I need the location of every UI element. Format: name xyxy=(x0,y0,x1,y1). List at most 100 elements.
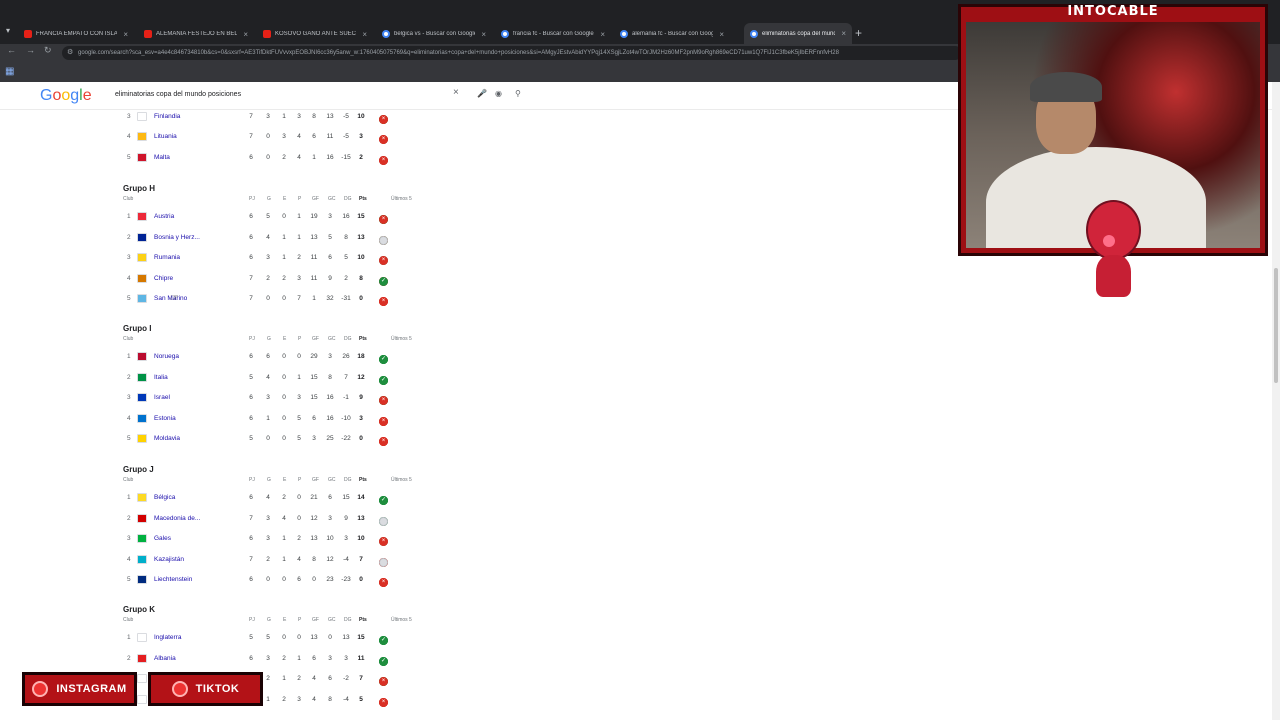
address-bar[interactable]: ⚙ google.com/search?sca_esv=a4e4c8467348… xyxy=(62,46,962,60)
team-name[interactable]: Lituania xyxy=(154,133,177,140)
group-title[interactable]: Grupo I xyxy=(123,324,151,333)
forward-icon[interactable]: → xyxy=(26,45,35,55)
table-row[interactable]: 3Israel63031516-19✓✓×✓× xyxy=(123,391,443,405)
table-row[interactable]: 2Macedonia de...7340123913✓✓✓– xyxy=(123,512,443,526)
page-scrollbar-thumb[interactable] xyxy=(1274,268,1278,383)
win-icon[interactable]: ✓ xyxy=(379,355,388,364)
search-query[interactable]: eliminatorias copa del mundo posiciones xyxy=(115,91,241,98)
lens-icon[interactable]: ◉ xyxy=(495,89,502,98)
table-row[interactable]: 4Kazajistán7214812-47×××× xyxy=(123,553,443,567)
close-tab-icon[interactable]: × xyxy=(243,30,248,39)
loss-icon[interactable]: × xyxy=(379,297,388,306)
tab-search-icon[interactable]: ▾ xyxy=(6,26,10,35)
microphone-icon[interactable]: 🎤 xyxy=(477,89,487,98)
team-name[interactable]: Gales xyxy=(154,535,171,542)
table-row[interactable]: 1Austria65011931615✓✓✓✓× xyxy=(123,210,443,224)
team-name[interactable]: Albania xyxy=(154,655,176,662)
table-row[interactable]: 2Italia5401158712×✓✓✓✓ xyxy=(123,371,443,385)
table-row[interactable]: 4Estonia6105616-103×✓××× xyxy=(123,412,443,426)
close-tab-icon[interactable]: × xyxy=(123,30,128,39)
loss-icon[interactable]: × xyxy=(379,537,388,546)
stat-dg: -4 xyxy=(343,695,349,703)
table-row[interactable]: 1Noruega66002932618✓✓✓✓✓ xyxy=(123,350,443,364)
team-name[interactable]: Liechtenstein xyxy=(154,576,192,583)
loss-icon[interactable]: × xyxy=(379,215,388,224)
close-tab-icon[interactable]: × xyxy=(719,30,724,39)
team-name[interactable]: Kazajistán xyxy=(154,556,184,563)
table-row[interactable]: 3Gales63121310310✓✓×–× xyxy=(123,532,443,546)
apps-grid-icon[interactable]: ▦ xyxy=(5,66,14,77)
google-icon xyxy=(750,29,758,38)
stat-gf: 8 xyxy=(312,555,316,563)
browser-tab[interactable]: KOSOVO GANÓ ANTE SUECIA × xyxy=(257,24,373,44)
table-row[interactable]: 2Albania632163311✓–✓✓✓ xyxy=(123,652,443,666)
table-row[interactable]: 5Malta6024116-152×––×× xyxy=(123,151,443,165)
table-row[interactable]: 3Finlandia7313813-510✓✓✓×× xyxy=(123,110,443,124)
team-name[interactable]: Italia xyxy=(154,374,168,381)
win-icon[interactable]: ✓ xyxy=(379,276,388,286)
team-name[interactable]: Noruega xyxy=(154,353,179,360)
loss-icon[interactable]: × xyxy=(379,156,388,165)
group-title[interactable]: Grupo J xyxy=(123,465,154,474)
team-name[interactable]: Austria xyxy=(154,213,174,220)
new-tab-button[interactable]: + xyxy=(855,26,862,40)
win-icon[interactable]: ✓ xyxy=(379,496,388,505)
browser-tab[interactable]: belgica vs - Buscar con Google × xyxy=(376,24,492,44)
win-icon[interactable]: ✓ xyxy=(379,375,388,385)
table-row[interactable]: 4Chipre722311928××–×✓ xyxy=(123,272,443,286)
search-icon[interactable]: ⚲ xyxy=(515,89,521,98)
table-row[interactable]: 5Liechtenstein6006023-230××××× xyxy=(123,573,443,587)
close-tab-icon[interactable]: × xyxy=(481,30,486,39)
browser-tab[interactable]: FRANCIA EMPATÓ CON ISLAND × xyxy=(18,24,134,44)
team-name[interactable]: Bosnia y Herz... xyxy=(154,234,200,241)
upcoming-icon[interactable] xyxy=(379,235,388,245)
stat-gf: 6 xyxy=(312,133,316,140)
page-scrollbar[interactable] xyxy=(1272,82,1280,720)
team-name[interactable]: Finlandia xyxy=(154,113,180,120)
team-name[interactable]: Inglaterra xyxy=(154,634,181,641)
browser-tab[interactable]: alemania fc - Buscar con Googl × xyxy=(614,24,730,44)
table-row[interactable]: 4Lituania7034611-53✓––×× xyxy=(123,130,443,144)
reload-icon[interactable]: ↻ xyxy=(44,45,52,56)
close-tab-icon[interactable]: × xyxy=(841,29,846,38)
team-name[interactable]: Moldavia xyxy=(154,435,180,442)
close-tab-icon[interactable]: × xyxy=(362,30,367,39)
team-name[interactable]: Rumania xyxy=(154,254,180,261)
browser-tab[interactable]: ALEMANIA FESTEJO EN BELFA × xyxy=(138,24,254,44)
close-tab-icon[interactable]: × xyxy=(600,30,605,39)
upcoming-icon[interactable] xyxy=(379,516,388,526)
loss-icon[interactable]: × xyxy=(379,396,388,405)
loss-icon[interactable]: × xyxy=(379,135,388,144)
upcoming-icon[interactable] xyxy=(379,557,388,567)
group-title[interactable]: Grupo H xyxy=(123,184,155,193)
google-search-box[interactable]: eliminatorias copa del mundo posiciones … xyxy=(105,87,535,103)
browser-tab[interactable]: francia fc - Buscar con Google × xyxy=(495,24,611,44)
google-logo[interactable]: Google xyxy=(40,87,92,105)
loss-icon[interactable]: × xyxy=(379,256,388,265)
mascot-eye xyxy=(1103,235,1115,247)
group-title[interactable]: Grupo K xyxy=(123,605,155,614)
team-name[interactable]: Israel xyxy=(154,394,170,401)
table-row[interactable]: 2Bosnia y Herz...6411135813✓✓✓× xyxy=(123,231,443,245)
table-row[interactable]: 1Bélgica64202161514✓✓✓✓✓ xyxy=(123,491,443,505)
table-row[interactable]: 1Inglaterra55001301315✓✓✓✓✓ xyxy=(123,631,443,645)
table-row[interactable]: 5Moldavia5005325-220××××× xyxy=(123,432,443,446)
team-name[interactable]: Malta xyxy=(154,154,170,161)
table-row[interactable]: 3Rumania6312116510✓×✓–× xyxy=(123,251,443,265)
loss-icon[interactable]: × xyxy=(379,416,388,426)
team-name[interactable]: Bélgica xyxy=(154,494,175,501)
win-icon[interactable]: ✓ xyxy=(379,656,388,666)
loss-icon[interactable]: × xyxy=(379,115,388,124)
site-settings-icon[interactable]: ⚙ xyxy=(67,46,73,60)
browser-tab[interactable]: eliminatorias copa del mundo × xyxy=(744,23,852,44)
team-name[interactable]: Chipre xyxy=(154,275,173,282)
loss-icon[interactable]: × xyxy=(379,578,388,587)
clear-icon[interactable]: × xyxy=(453,87,459,98)
win-icon[interactable]: ✓ xyxy=(379,636,388,645)
loss-icon[interactable]: × xyxy=(379,437,388,446)
team-name[interactable]: Macedonia de... xyxy=(154,515,200,522)
team-name[interactable]: Estonia xyxy=(154,415,176,422)
loss-icon[interactable]: × xyxy=(379,697,388,707)
loss-icon[interactable]: × xyxy=(379,677,388,686)
back-icon[interactable]: ← xyxy=(7,45,16,55)
